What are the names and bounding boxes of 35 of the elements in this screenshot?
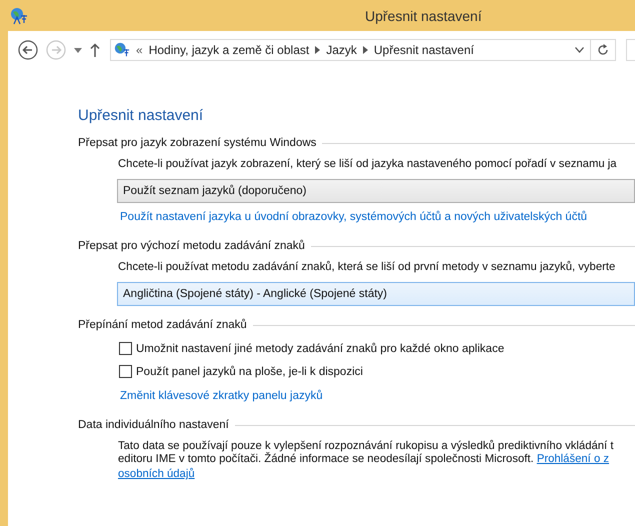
globe-language-icon [114,42,130,58]
breadcrumb[interactable]: Upřesnit nastavení [374,43,474,57]
overflow-chevron[interactable]: « [136,43,143,57]
dropdown-caret-icon[interactable] [74,48,82,52]
back-icon[interactable] [18,40,38,60]
window-title: Upřesnit nastavení [365,8,482,24]
dropdown[interactable]: Použít seznam jazyků (doporučeno) [117,179,635,203]
section-title: Přepsat pro výchozí metodu zadávání znaků [78,240,305,252]
section-title: Data individuálního nastavení [78,419,229,431]
breadcrumb[interactable]: Hodiny, jazyk a země či oblast [148,43,310,57]
up-arrow-icon[interactable] [90,43,100,57]
checkbox-label[interactable]: Použít panel jazyků na ploše, je-li k dispozici [136,366,363,378]
breadcrumb-arrow-icon[interactable] [362,46,368,54]
settings-link[interactable]: Použít nastavení jazyka u úvodní obrazovky, systémových účtů a nových uživatelských účtů [120,211,588,223]
section-title: Přepínání metod zadávání znaků [78,319,247,331]
checkbox-label[interactable]: Umožnit nastavení jiné metody zadávání znaků pro každé okno aplikace [136,342,504,354]
section-title: Přepsat pro jazyk zobrazení systému Windows [78,137,316,149]
page-heading: Upřesnit nastavení [78,107,204,124]
privacy-link[interactable]: osobních údajů [118,468,195,480]
breadcrumb-arrow-icon[interactable] [315,46,320,54]
globe-language-icon [10,6,28,24]
dropdown[interactable]: Angličtina (Spojené státy) - Anglické (Spojené státy) [117,282,635,306]
privacy-link[interactable]: Prohlášení o z [536,453,610,465]
breadcrumb[interactable]: Jazyk [326,43,357,57]
description-text: Tato data se používají pouze k vylepšení rozpoznávání rukopisu a výsledků prediktivního vkládání t [118,440,614,452]
address-bar[interactable]: « Hodiny, jazyk a země či oblast Jazyk Upřesnit nastavení [110,39,616,61]
refresh-icon [597,44,609,56]
description-text: Chcete-li používat metodu zadávání znaků, která se liší od první metody v seznamu jazyků, vyberte [118,261,616,273]
checkbox[interactable] [119,342,132,355]
search-field[interactable] [626,39,635,61]
description-text: editoru IME v tomto počítači. Žádné informace se neodesílají společnosti Microsoft. [118,453,534,465]
chevron-down-icon[interactable] [575,47,584,53]
description-text: Chcete-li používat jazyk zobrazení, který se liší od jazyka nastaveného pomocí pořadí v seznamu ja [118,158,618,170]
checkbox[interactable] [119,365,132,378]
settings-link[interactable]: Změnit klávesové zkratky panelu jazyků [120,390,323,402]
